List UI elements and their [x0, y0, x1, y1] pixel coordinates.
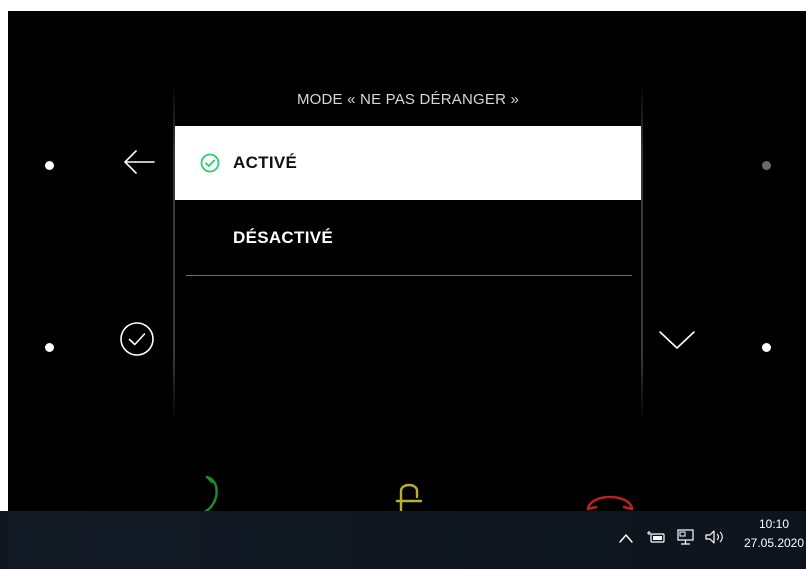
chevron-up-icon[interactable] [618, 532, 634, 544]
chevron-down-icon[interactable] [658, 329, 696, 351]
dialog-title: MODE « NE PAS DÉRANGER » [296, 91, 520, 108]
intercom-screen: MODE « NE PAS DÉRANGER » ACTIVÉ DÉSACTIV… [8, 11, 806, 569]
volume-icon[interactable] [704, 529, 726, 545]
arrow-left-icon[interactable] [121, 147, 157, 177]
indicator-dot [762, 343, 771, 352]
indicator-dot [45, 161, 54, 170]
option-inactive[interactable]: DÉSACTIVÉ [175, 201, 641, 275]
option-label: DÉSACTIVÉ [233, 228, 333, 247]
taskbar-clock[interactable]: 10:10 27.05.2020 [738, 515, 806, 553]
selected-check-icon [200, 153, 220, 173]
clock-date: 27.05.2020 [743, 536, 805, 550]
indicator-dot [45, 343, 54, 352]
indicator-dot [762, 161, 771, 170]
option-label: ACTIVÉ [233, 153, 298, 172]
list-divider [186, 275, 632, 276]
panel-right-edge [641, 83, 643, 423]
door-lock-icon[interactable] [394, 477, 424, 513]
taskbar: 10:10 27.05.2020 [0, 511, 806, 569]
clock-time: 10:10 [758, 517, 790, 531]
check-circle-icon[interactable] [119, 321, 155, 357]
battery-icon[interactable] [646, 530, 666, 544]
option-active[interactable]: ACTIVÉ [175, 126, 641, 200]
phone-answer-icon[interactable] [198, 473, 224, 513]
network-icon[interactable] [676, 528, 696, 546]
phone-hangup-icon[interactable] [584, 483, 636, 513]
device-frame: MODE « NE PAS DÉRANGER » ACTIVÉ DÉSACTIV… [0, 0, 806, 569]
